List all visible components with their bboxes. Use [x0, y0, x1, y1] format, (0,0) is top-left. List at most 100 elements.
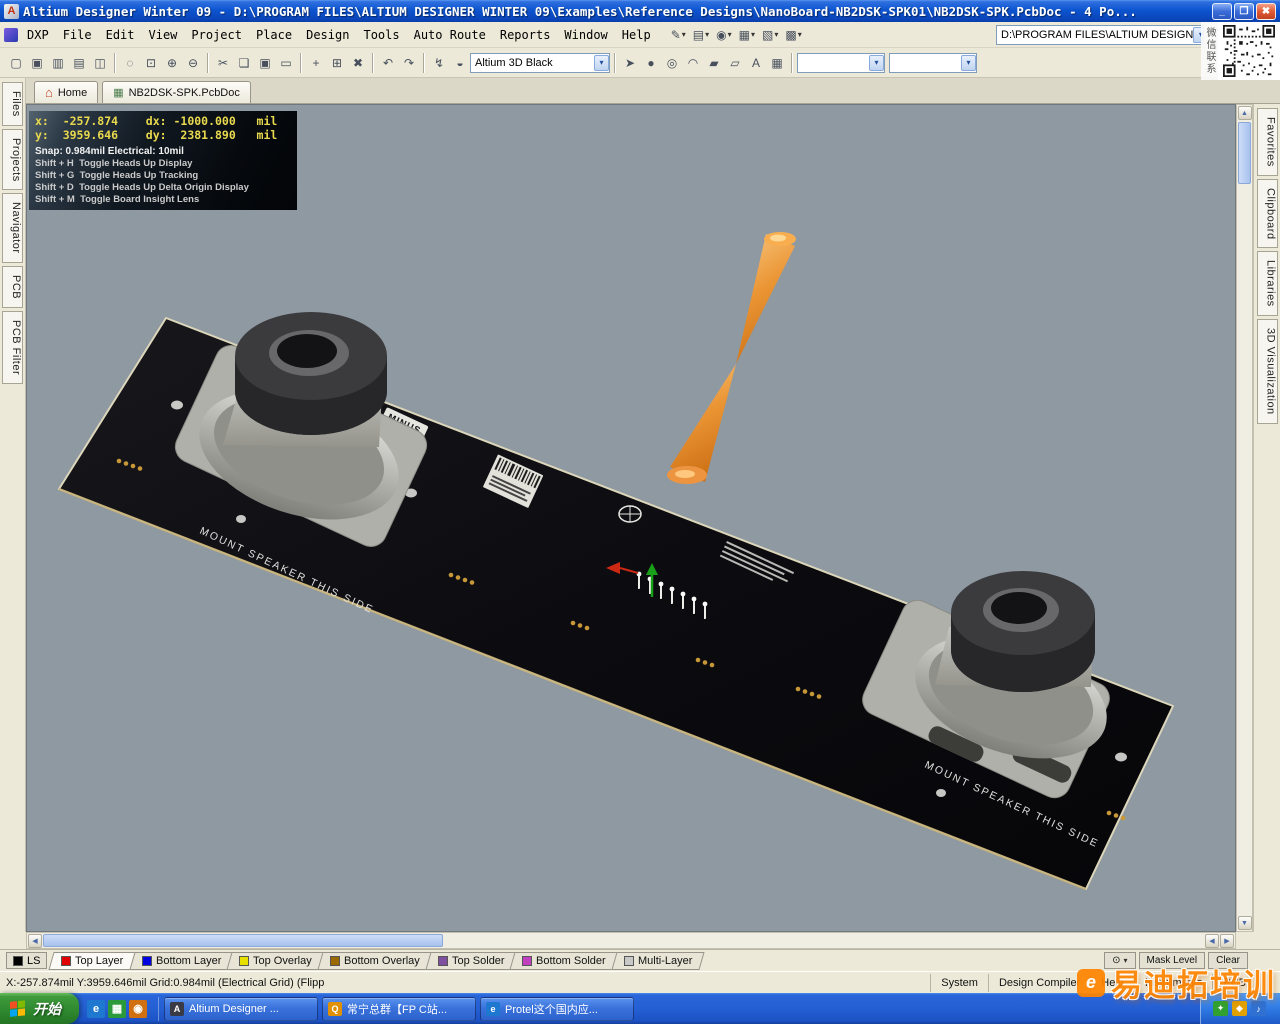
move-icon[interactable]: +: [306, 53, 326, 73]
interactive-route-icon[interactable]: ➤: [620, 53, 640, 73]
task-label: Altium Designer ...: [189, 1002, 279, 1015]
layer-tab-bottom-layer[interactable]: Bottom Layer: [129, 951, 234, 970]
menu-dxp[interactable]: DXP: [20, 25, 56, 45]
menu-edit[interactable]: Edit: [99, 25, 142, 45]
grid-icon[interactable]: ▦: [767, 53, 787, 73]
tab-home[interactable]: ⌂ Home: [34, 81, 99, 103]
layer-tab-top-overlay[interactable]: Top Overlay: [226, 951, 325, 970]
panel-tab-clipboard[interactable]: Clipboard: [1256, 178, 1278, 249]
panel-tab-pcb-filter[interactable]: PCB Filter: [2, 311, 23, 385]
component-menu-icon[interactable]: ▦ ▾: [736, 25, 758, 45]
layer-set-selector[interactable]: LS: [6, 952, 48, 969]
media-quicklaunch-icon[interactable]: ◉: [129, 999, 147, 1018]
menu-tools[interactable]: Tools: [356, 25, 406, 45]
horizontal-scroll-thumb[interactable]: [43, 934, 443, 947]
redo-icon[interactable]: ↷: [399, 53, 419, 73]
current-layer-chip: [13, 955, 23, 966]
save-document-icon[interactable]: ▥: [48, 53, 68, 73]
scroll-right-icon[interactable]: ▶: [1220, 933, 1234, 948]
menu-help[interactable]: Help: [615, 25, 658, 45]
scroll-down-icon[interactable]: ▼: [1237, 916, 1252, 930]
string-icon[interactable]: A: [746, 53, 766, 73]
grid-menu-icon[interactable]: ▩ ▾: [782, 25, 804, 45]
panel-tab-libraries[interactable]: Libraries: [1256, 251, 1278, 317]
layer-tab-top-solder[interactable]: Top Solder: [425, 951, 517, 970]
browse-menu-icon[interactable]: ◉ ▾: [713, 25, 735, 45]
status-panel-design-compiler[interactable]: Design Compiler: [987, 973, 1090, 992]
undo-icon[interactable]: ↶: [378, 53, 398, 73]
polygon-icon[interactable]: ▱: [725, 53, 745, 73]
arc-icon[interactable]: ◠: [683, 53, 703, 73]
fill-icon[interactable]: ▰: [704, 53, 724, 73]
print-icon[interactable]: ▤: [69, 53, 89, 73]
status-panel-system[interactable]: System: [930, 973, 988, 992]
paste-icon[interactable]: ▣: [255, 53, 275, 73]
layer-tab-bottom-overlay[interactable]: Bottom Overlay: [317, 951, 433, 970]
zoom-in-icon[interactable]: ⊕: [162, 53, 182, 73]
filter-icon[interactable]: ◒: [450, 53, 470, 73]
minimize-button[interactable]: _: [1212, 2, 1232, 20]
windows-logo-icon: [10, 999, 27, 1018]
taskbar-task-altium[interactable]: A Altium Designer ...: [164, 996, 318, 1021]
panel-tab-pcb[interactable]: PCB: [2, 266, 23, 309]
scroll-left-icon[interactable]: ◀: [28, 933, 42, 948]
menu-project[interactable]: Project: [184, 25, 249, 45]
combo-dropdown-icon[interactable]: ▾: [594, 54, 609, 71]
align-icon[interactable]: ⊞: [327, 53, 347, 73]
layer-tab-multi-layer[interactable]: Multi-Layer: [611, 951, 706, 970]
taskbar-task-qq-group[interactable]: Q 常宁总群【FP C站...: [322, 996, 476, 1021]
via-icon[interactable]: ◎: [662, 53, 682, 73]
select-area-icon[interactable]: ▭: [276, 53, 296, 73]
panel-tab-favorites[interactable]: Favorites: [1256, 108, 1278, 176]
pad-icon[interactable]: ●: [641, 53, 661, 73]
menu-design[interactable]: Design: [299, 25, 356, 45]
pcb-3d-viewport[interactable]: MOUNT SPEAKER THIS SIDE MOUNT SPEAKER TH…: [26, 104, 1236, 932]
menu-file[interactable]: File: [56, 25, 99, 45]
copy-icon[interactable]: ❏: [234, 53, 254, 73]
hud-x-readout: x: -257.874 dx: -1000.000 mil: [35, 114, 278, 128]
layer-tab-bottom-solder[interactable]: Bottom Solder: [509, 951, 619, 970]
combo-dropdown-icon[interactable]: ▾: [869, 54, 884, 71]
start-button[interactable]: 开始: [0, 993, 79, 1024]
restore-button[interactable]: ❐: [1234, 2, 1254, 20]
menu-place[interactable]: Place: [249, 25, 299, 45]
zoom-area-icon[interactable]: ⊡: [141, 53, 161, 73]
layer-tab-top-layer[interactable]: Top Layer: [48, 951, 137, 970]
horizontal-scrollbar[interactable]: ◀ ◀ ▶: [26, 932, 1236, 949]
vertical-scroll-thumb[interactable]: [1238, 122, 1251, 184]
menu-reports[interactable]: Reports: [493, 25, 558, 45]
panel-tab-3d-visualization[interactable]: 3D Visualization: [1256, 319, 1278, 424]
scroll-up-icon[interactable]: ▲: [1237, 106, 1252, 120]
layer-label: Bottom Overlay: [343, 954, 420, 967]
view-configuration-combo[interactable]: Altium 3D Black ▾: [470, 52, 610, 73]
vertical-scrollbar[interactable]: ▲ ▼: [1236, 104, 1253, 932]
close-button[interactable]: ✖: [1256, 2, 1276, 20]
tab-pcbdoc[interactable]: ▦ NB2DSK-SPK.PcbDoc: [102, 81, 251, 103]
desktop-quicklaunch-icon[interactable]: ▦: [108, 999, 126, 1018]
menu-auto-route[interactable]: Auto Route: [407, 25, 493, 45]
panel-tab-files[interactable]: Files: [2, 82, 23, 126]
open-document-icon[interactable]: ▣: [27, 53, 47, 73]
combo-dropdown-icon[interactable]: ▾: [961, 54, 976, 71]
cross-probe-icon[interactable]: ↯: [429, 53, 449, 73]
panel-tab-navigator[interactable]: Navigator: [2, 193, 23, 264]
panel-tab-projects[interactable]: Projects: [2, 128, 23, 191]
print-menu-icon[interactable]: ▤ ▾: [690, 25, 712, 45]
print-preview-icon[interactable]: ◫: [90, 53, 110, 73]
extra-combo-1[interactable]: ▾: [797, 52, 885, 73]
board-menu-icon[interactable]: ▧ ▾: [759, 25, 781, 45]
extra-combo-2[interactable]: ▾: [889, 52, 977, 73]
deselect-icon[interactable]: ✖: [348, 53, 368, 73]
menu-view[interactable]: View: [142, 25, 185, 45]
document-path-combo[interactable]: D:\PROGRAM FILES\ALTIUM DESIGN ▾: [996, 24, 1204, 45]
menu-window[interactable]: Window: [557, 25, 614, 45]
ie-quicklaunch-icon[interactable]: e: [87, 999, 105, 1018]
cut-icon[interactable]: ✂: [213, 53, 233, 73]
new-document-icon[interactable]: ▢: [6, 53, 26, 73]
scroll-left-icon[interactable]: ◀: [1205, 933, 1219, 948]
taskbar-task-browser[interactable]: e Protel这个国内应...: [480, 996, 634, 1021]
pencil-menu-icon[interactable]: ✎ ▾: [668, 25, 689, 45]
main-toolbar: ▢ ▣ ▥ ▤ ◫ ◌ ⊡ ⊕ ⊖ ✂ ❏ ▣ ▭ + ⊞ ✖ ↶ ↷ ↯ ◒ Altium 3D Blac…: [0, 48, 1280, 78]
zoom-out-icon[interactable]: ⊖: [183, 53, 203, 73]
fit-document-icon[interactable]: ◌: [120, 53, 140, 73]
